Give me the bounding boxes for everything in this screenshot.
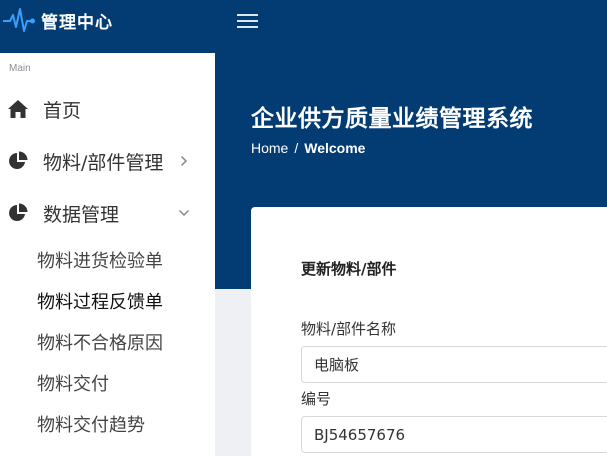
sidebar-subitem-nonconformance-reasons[interactable]: 物料不合格原因	[37, 329, 163, 355]
heartbeat-icon	[3, 8, 35, 32]
app-title: 管理中心	[41, 12, 113, 33]
sidebar-item-label: 首页	[43, 99, 82, 122]
brand-logo[interactable]: 管理中心	[3, 6, 113, 34]
breadcrumb-separator: /	[294, 140, 299, 156]
sidebar-subitem-incoming-inspection[interactable]: 物料进货检验单	[37, 247, 163, 273]
chevron-right-icon	[178, 155, 190, 167]
hamburger-icon	[237, 14, 258, 16]
pie-chart-icon	[7, 150, 29, 172]
home-icon	[7, 98, 29, 120]
breadcrumb-current: Welcome	[304, 140, 366, 156]
sidebar-item-home[interactable]: 首页	[0, 89, 215, 129]
hamburger-icon	[237, 26, 258, 28]
sidebar-item-materials[interactable]: 物料/部件管理	[0, 141, 215, 181]
sidebar-item-data-management[interactable]: 数据管理	[0, 193, 215, 233]
top-navbar: 管理中心	[0, 0, 607, 53]
sidebar-subitem-process-feedback[interactable]: 物料过程反馈单	[37, 288, 163, 314]
pie-chart-icon	[7, 202, 29, 224]
hamburger-icon	[237, 20, 258, 22]
card-title: 更新物料/部件	[301, 260, 397, 278]
material-code-input[interactable]	[301, 416, 607, 453]
sidebar-section-label: Main	[9, 63, 31, 74]
page-title: 企业供方质量业绩管理系统	[251, 106, 533, 132]
material-name-label: 物料/部件名称	[301, 320, 397, 338]
chevron-down-icon	[178, 207, 190, 219]
sidebar: Main 首页 物料/部件管理 数据管理 物料进货检验单 物料过程反馈单 物料不…	[0, 53, 215, 456]
material-code-label: 编号	[301, 390, 332, 408]
material-name-input[interactable]	[301, 346, 607, 383]
sidebar-subitem-delivery[interactable]: 物料交付	[37, 370, 109, 396]
update-material-card: 更新物料/部件 物料/部件名称 编号	[251, 207, 607, 456]
breadcrumb: Home / Welcome	[251, 140, 365, 156]
sidebar-subitem-delivery-trend[interactable]: 物料交付趋势	[37, 411, 145, 437]
sidebar-toggle-button[interactable]	[237, 10, 261, 32]
sidebar-item-label: 物料/部件管理	[43, 151, 164, 174]
breadcrumb-home-link[interactable]: Home	[251, 140, 288, 156]
sidebar-item-label: 数据管理	[43, 203, 120, 226]
